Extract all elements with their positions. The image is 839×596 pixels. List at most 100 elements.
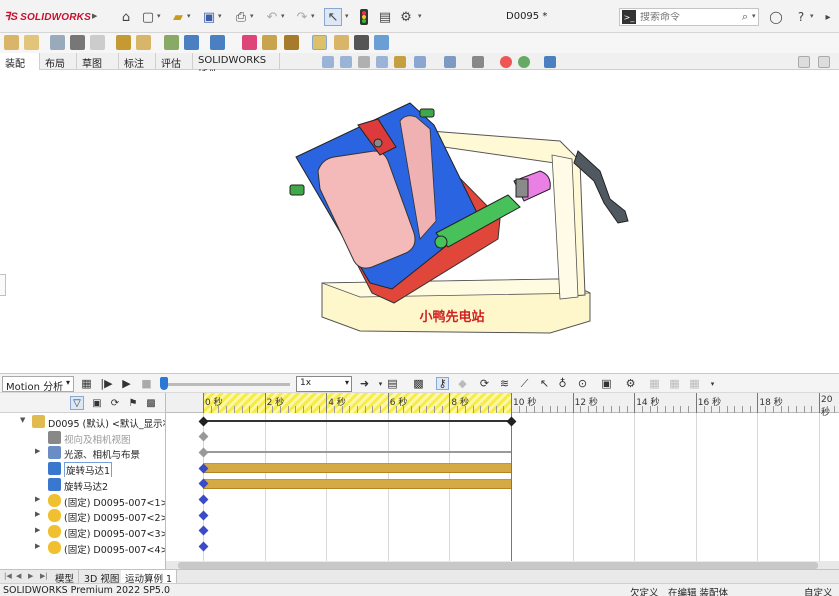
zoom-to-area-icon[interactable]: [340, 56, 352, 68]
save-icon[interactable]: ▣: [201, 9, 217, 25]
undo-dropdown-icon[interactable]: ▾: [281, 12, 287, 20]
print-icon[interactable]: ⎙: [233, 9, 249, 25]
timeline[interactable]: 0 秒 2 秒 4 秒 6 秒 8 秒 10 秒 12 秒 14 秒 16 秒 18 秒 20 秒: [166, 393, 839, 569]
view-orientation-icon[interactable]: [414, 56, 426, 68]
user-account-icon[interactable]: ◯: [768, 9, 784, 25]
tab-3d-views[interactable]: 3D 视图: [80, 570, 125, 585]
hide-show-items-icon[interactable]: [472, 56, 484, 68]
tab-motion-study-1[interactable]: 运动算例 1: [121, 570, 178, 585]
mate-icon[interactable]: [24, 35, 39, 50]
tree-item[interactable]: ▶ (固定) D0095-007<1> (默: [0, 493, 165, 509]
large-assembly-mode-icon[interactable]: [374, 35, 389, 50]
exploded-view-icon[interactable]: [284, 35, 299, 50]
study-type-select[interactable]: Motion 分析 ▾: [2, 376, 74, 393]
force-icon[interactable]: ↖: [538, 377, 551, 390]
help-dropdown-icon[interactable]: ▾: [810, 12, 816, 20]
first-tab-icon[interactable]: |◀: [4, 572, 12, 582]
expand-arrow-icon[interactable]: ▶: [35, 542, 44, 550]
undo-icon[interactable]: ↶: [264, 9, 280, 25]
save-animation-icon[interactable]: ▤: [386, 377, 399, 390]
zoom-to-fit-icon[interactable]: [322, 56, 334, 68]
collapse-arrow-icon[interactable]: ▼: [20, 416, 29, 424]
add-key-icon[interactable]: ◆: [456, 377, 469, 390]
key-point[interactable]: [198, 510, 208, 521]
tab-markup[interactable]: 标注: [119, 53, 156, 70]
instant3d-icon[interactable]: [312, 35, 327, 50]
key-point[interactable]: [198, 416, 208, 426]
simulation-dropdown-icon[interactable]: ▾: [706, 377, 719, 390]
filter-results-icon[interactable]: ▩: [144, 396, 158, 410]
take-snapshot-icon[interactable]: [354, 35, 369, 50]
simulation-results-icon[interactable]: ▦: [668, 377, 681, 390]
calculate-icon[interactable]: ▦: [80, 377, 93, 390]
graphics-area[interactable]: 小鸭先电站: [0, 71, 839, 373]
lights-timeline-bar[interactable]: [203, 451, 511, 454]
search-input[interactable]: [640, 11, 740, 23]
select-dropdown-icon[interactable]: ▾: [345, 12, 351, 20]
play-from-start-icon[interactable]: |▶: [100, 377, 113, 390]
damper-icon[interactable]: ⟋: [518, 377, 531, 390]
print-dropdown-icon[interactable]: ▾: [250, 12, 256, 20]
time-ruler[interactable]: 0 秒 2 秒 4 秒 6 秒 8 秒 10 秒 12 秒 14 秒 16 秒 18 秒 20 秒: [166, 393, 839, 418]
feature-tree-flyout-tab[interactable]: [0, 274, 6, 296]
simulation-setup-icon[interactable]: ▦: [648, 377, 661, 390]
last-tab-icon[interactable]: ▶|: [40, 572, 48, 582]
solidworks-logo[interactable]: ꟻS SOLIDWORKS: [4, 10, 91, 23]
motor-icon[interactable]: ⟳: [478, 377, 491, 390]
component-preview-icon[interactable]: [70, 35, 85, 50]
new-motion-study-icon[interactable]: [242, 35, 257, 50]
open-dropdown-icon[interactable]: ▾: [187, 12, 193, 20]
save-dropdown-icon[interactable]: ▾: [218, 12, 224, 20]
maximize-pane-icon[interactable]: [818, 56, 830, 68]
filter-selected-icon[interactable]: ⚑: [126, 396, 140, 410]
smart-fasteners-icon[interactable]: [116, 35, 131, 50]
filter-driving-icon[interactable]: ⟳: [108, 396, 122, 410]
tab-solidworks-addins[interactable]: SOLIDWORKS 插件: [193, 53, 280, 81]
options-gear-icon[interactable]: ⚙: [398, 9, 414, 25]
assembly-features-icon[interactable]: [184, 35, 199, 50]
animation-wizard-icon[interactable]: ▩: [412, 377, 425, 390]
view-settings-icon[interactable]: [544, 56, 556, 68]
home-icon[interactable]: ⌂: [118, 9, 134, 25]
tab-evaluate[interactable]: 评估: [156, 53, 193, 70]
display-style-icon[interactable]: [444, 56, 456, 68]
expand-arrow-icon[interactable]: ▶: [35, 447, 44, 455]
playback-slider-track[interactable]: [160, 383, 290, 386]
more-icon[interactable]: ▸: [820, 9, 836, 25]
attach-icon[interactable]: [50, 35, 65, 50]
key-point[interactable]: [506, 416, 516, 426]
tab-assembly[interactable]: 装配体: [0, 53, 40, 85]
reference-geometry-icon[interactable]: [210, 35, 225, 50]
section-view-icon[interactable]: [376, 56, 388, 68]
move-component-icon[interactable]: [136, 35, 151, 50]
stop-icon[interactable]: ■: [140, 377, 153, 390]
tree-item[interactable]: 视向及相机视图: [0, 430, 165, 446]
search-dropdown-icon[interactable]: ▾: [752, 12, 758, 20]
tree-item[interactable]: ▼ D0095 (默认) <默认_显示状态: [0, 414, 165, 430]
redo-dropdown-icon[interactable]: ▾: [311, 12, 317, 20]
spring-icon[interactable]: ≋: [498, 377, 511, 390]
open-folder-icon[interactable]: ▰: [170, 9, 186, 25]
key-point[interactable]: [198, 494, 208, 505]
help-icon[interactable]: ?: [793, 9, 809, 25]
autokey-icon[interactable]: ⚷: [436, 377, 449, 390]
expand-arrow-icon[interactable]: ▶: [35, 526, 44, 534]
motion-study-properties-icon[interactable]: ⚙: [624, 377, 637, 390]
playback-mode-icon[interactable]: ➜: [358, 377, 371, 390]
new-dropdown-icon[interactable]: ▾: [157, 12, 163, 20]
expand-arrow-icon[interactable]: ▶: [35, 495, 44, 503]
key-point[interactable]: [198, 525, 208, 536]
key-point[interactable]: [198, 447, 208, 458]
motor-timeline-bar[interactable]: [203, 478, 511, 489]
expand-arrow-icon[interactable]: ▶: [35, 510, 44, 518]
select-cursor-icon[interactable]: ↖: [324, 8, 342, 26]
results-plots-icon[interactable]: ▣: [600, 377, 613, 390]
assembly-model[interactable]: 小鸭先电站: [0, 71, 839, 373]
restore-pane-icon[interactable]: [798, 56, 810, 68]
gravity-icon[interactable]: ⊙: [576, 377, 589, 390]
redo-icon[interactable]: ↷: [294, 9, 310, 25]
motor-timeline-bar[interactable]: [203, 463, 511, 474]
scrollbar-thumb[interactable]: [178, 562, 818, 569]
tree-item[interactable]: 旋转马达2: [0, 477, 165, 493]
traffic-light-icon[interactable]: [356, 9, 372, 25]
